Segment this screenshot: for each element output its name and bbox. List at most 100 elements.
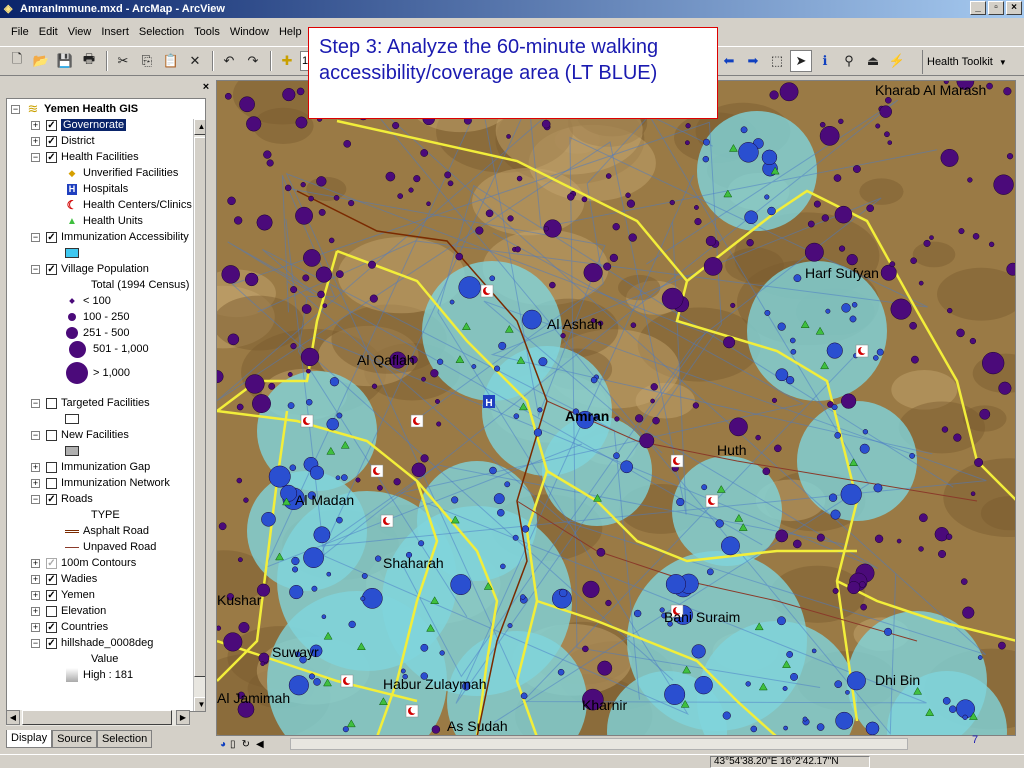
layer-countries[interactable]: + ✓ Countries xyxy=(31,619,108,635)
undo-icon[interactable]: ↶ xyxy=(218,50,240,72)
paste-icon[interactable]: 📋 xyxy=(160,50,182,72)
copy-icon[interactable]: ⎘ xyxy=(136,50,158,72)
layer-visibility-checkbox[interactable] xyxy=(46,397,57,409)
layer-governorate[interactable]: + ✓ Governorate xyxy=(31,117,127,133)
restore-button[interactable]: ▫ xyxy=(988,1,1004,15)
collapse-icon[interactable]: − xyxy=(11,104,20,114)
layer-visibility-checkbox[interactable]: ✓ xyxy=(46,263,57,275)
layer-new-facilities[interactable]: − New Facilities xyxy=(31,427,129,443)
tab-selection[interactable]: Selection xyxy=(96,730,153,748)
layer-immunization-gap[interactable]: + Immunization Gap xyxy=(31,459,150,475)
scroll-up-icon[interactable]: ▲ xyxy=(194,119,205,135)
health-toolkit-dropdown[interactable]: Health Toolkit ▼ xyxy=(922,50,1011,74)
menu-selection[interactable]: Selection xyxy=(134,24,189,40)
collapse-icon[interactable]: − xyxy=(31,430,40,440)
layout-view-icon[interactable]: ▯ xyxy=(230,739,236,750)
map-horizontal-scrollbar[interactable] xyxy=(290,738,908,750)
layer-visibility-checkbox[interactable]: ✓ xyxy=(46,135,57,147)
close-icon[interactable]: × xyxy=(200,82,212,94)
minimize-button[interactable]: _ xyxy=(970,1,986,15)
scroll-thumb[interactable] xyxy=(194,137,205,677)
layer-immunization-accessibility[interactable]: − ✓ Immunization Accessibility xyxy=(31,229,189,245)
menu-insert[interactable]: Insert xyxy=(96,24,134,40)
menu-view[interactable]: View xyxy=(63,24,97,40)
select-features-icon[interactable]: ⬚ xyxy=(766,50,788,72)
expand-icon[interactable]: + xyxy=(31,462,40,472)
scroll-thumb[interactable] xyxy=(22,710,172,725)
layer-visibility-checkbox[interactable]: ✓ xyxy=(46,151,57,163)
menu-help[interactable]: Help xyxy=(274,24,307,40)
collapse-icon[interactable]: − xyxy=(31,264,40,274)
refresh-icon[interactable]: ↻ xyxy=(242,739,250,750)
layer-targeted-facilities[interactable]: − Targeted Facilities xyxy=(31,395,150,411)
layer-visibility-checkbox[interactable]: ✓ xyxy=(46,621,57,633)
scroll-left-icon[interactable]: ◀ xyxy=(6,710,20,725)
delete-icon[interactable]: ✕ xyxy=(184,50,206,72)
menu-file[interactable]: File xyxy=(6,24,34,40)
collapse-icon[interactable]: − xyxy=(31,398,40,408)
map-view[interactable]: H Kharab Al Marash Harf Sufyan Al Ashah Al Q… xyxy=(216,80,1016,736)
tab-source[interactable]: Source xyxy=(52,730,97,748)
menu-edit[interactable]: Edit xyxy=(34,24,63,40)
hyperlink-icon[interactable]: ⚡ xyxy=(886,50,908,72)
menu-tools[interactable]: Tools xyxy=(189,24,225,40)
scroll-right-icon[interactable]: ▶ xyxy=(176,710,190,725)
expand-icon[interactable]: + xyxy=(31,622,40,632)
layer-village-population[interactable]: − ✓ Village Population xyxy=(31,261,149,277)
find-icon[interactable]: ⚲ xyxy=(838,50,860,72)
toc-horizontal-scrollbar[interactable]: ◀ ▶ xyxy=(6,710,190,726)
pause-drawing-icon[interactable]: ◀ xyxy=(256,739,264,750)
open-folder-icon[interactable]: 📂 xyxy=(30,50,52,72)
layer-visibility-checkbox[interactable] xyxy=(46,461,57,473)
layer-visibility-checkbox[interactable]: ✓ xyxy=(46,119,57,131)
collapse-icon[interactable]: − xyxy=(31,152,40,162)
layer-yemen[interactable]: + ✓ Yemen xyxy=(31,587,95,603)
redo-icon[interactable]: ↷ xyxy=(242,50,264,72)
layer-wadies[interactable]: + ✓ Wadies xyxy=(31,571,97,587)
layer-hillshade-0008deg[interactable]: − ✓ hillshade_0008deg xyxy=(31,635,153,651)
tab-display[interactable]: Display xyxy=(6,730,53,748)
layer-visibility-checkbox[interactable]: ✓ xyxy=(46,589,57,601)
expand-icon[interactable]: + xyxy=(31,590,40,600)
collapse-icon[interactable]: − xyxy=(31,232,40,242)
expand-icon[interactable]: + xyxy=(31,136,40,146)
collapse-icon[interactable]: − xyxy=(31,638,40,648)
expand-icon[interactable]: + xyxy=(31,120,40,130)
layer-visibility-checkbox[interactable] xyxy=(46,429,57,441)
select-elements-icon[interactable]: ➤ xyxy=(790,50,812,72)
print-icon[interactable]: 🖶 xyxy=(78,50,100,72)
save-icon[interactable]: 💾 xyxy=(54,50,76,72)
layer-visibility-checkbox[interactable]: ✓ xyxy=(46,573,57,585)
layer-health-facilities[interactable]: − ✓ Health Facilities xyxy=(31,149,139,165)
menu-window[interactable]: Window xyxy=(225,24,274,40)
layer-visibility-checkbox[interactable]: ✓ xyxy=(46,231,57,243)
layer-100m-contours[interactable]: + ✓ 100m Contours xyxy=(31,555,136,571)
map-vertical-scrollbar[interactable] xyxy=(1016,80,1024,736)
map-canvas[interactable]: H Kharab Al Marash Harf Sufyan Al Ashah Al Q… xyxy=(217,81,1016,736)
identify-icon[interactable]: ℹ xyxy=(814,50,836,72)
new-document-icon[interactable]: 🗋 xyxy=(6,50,28,72)
layer-immunization-network[interactable]: + Immunization Network xyxy=(31,475,170,491)
forward-extent-icon[interactable]: ➡ xyxy=(742,50,764,72)
expand-icon[interactable]: + xyxy=(31,606,40,616)
toc-root[interactable]: − ≋ Yemen Health GIS xyxy=(11,101,138,117)
toc-vertical-scrollbar[interactable]: ▲ ▼ xyxy=(193,119,205,711)
layer-district[interactable]: + ✓ District xyxy=(31,133,95,149)
layer-visibility-checkbox[interactable] xyxy=(46,477,57,489)
scroll-down-icon[interactable]: ▼ xyxy=(194,697,205,711)
layer-elevation[interactable]: + Elevation xyxy=(31,603,106,619)
layer-visibility-checkbox[interactable]: ✓ xyxy=(46,557,57,569)
measure-icon[interactable]: ⏏ xyxy=(862,50,884,72)
expand-icon[interactable]: + xyxy=(31,558,40,568)
collapse-icon[interactable]: − xyxy=(31,494,40,504)
layer-visibility-checkbox[interactable]: ✓ xyxy=(46,637,57,649)
add-data-icon[interactable]: ✚ xyxy=(276,50,298,72)
close-button[interactable]: × xyxy=(1006,1,1022,15)
back-extent-icon[interactable]: ⬅ xyxy=(718,50,740,72)
layer-visibility-checkbox[interactable] xyxy=(46,605,57,617)
expand-icon[interactable]: + xyxy=(31,574,40,584)
cut-icon[interactable]: ✂ xyxy=(112,50,134,72)
expand-icon[interactable]: + xyxy=(31,478,40,488)
layer-roads[interactable]: − ✓ Roads xyxy=(31,491,93,507)
layer-visibility-checkbox[interactable]: ✓ xyxy=(46,493,57,505)
